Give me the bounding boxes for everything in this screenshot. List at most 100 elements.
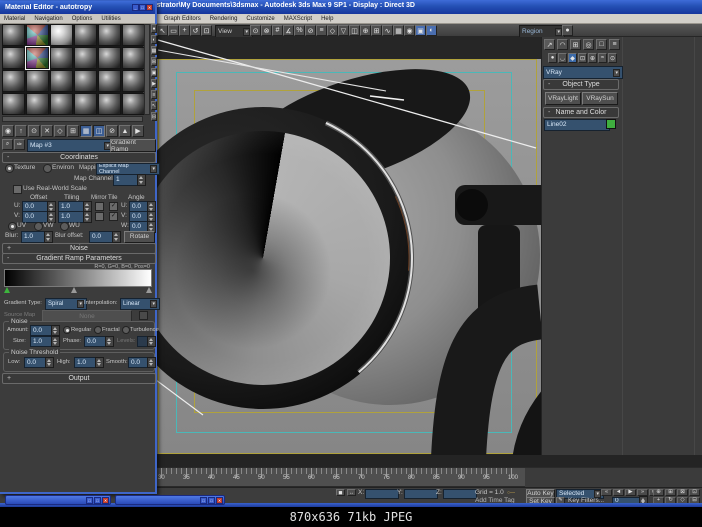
quick-render-icon[interactable]: ● bbox=[562, 25, 573, 36]
sample-slot[interactable] bbox=[50, 70, 73, 92]
me-title-bar[interactable]: Material Editor - autotropy _ □ ✕ bbox=[0, 1, 155, 14]
turbulence-radio[interactable] bbox=[122, 326, 130, 334]
select-move-icon[interactable]: + bbox=[179, 25, 190, 36]
make-preview-icon[interactable]: ▶ bbox=[151, 79, 157, 88]
environ-radio[interactable] bbox=[43, 164, 52, 173]
go-to-parent-icon[interactable]: ▲ bbox=[119, 125, 131, 137]
vraylight-button[interactable]: VRayLight bbox=[545, 92, 581, 105]
slots-vertical-scrollbar[interactable] bbox=[144, 24, 150, 115]
sample-slot[interactable] bbox=[74, 47, 97, 69]
selection-lock-icon[interactable]: ◼ bbox=[336, 489, 345, 496]
time-slider-row[interactable] bbox=[156, 455, 702, 467]
low-spinner[interactable] bbox=[45, 357, 54, 368]
u-mirror-checkbox[interactable] bbox=[95, 202, 104, 211]
me-menu-material[interactable]: Material bbox=[4, 16, 25, 22]
zoom-region-icon[interactable]: ⊡ bbox=[689, 489, 700, 497]
material-editor-window[interactable]: Material Editor - autotropy _ □ ✕ Materi… bbox=[0, 1, 157, 494]
map-name-dropdown[interactable]: Map #3 bbox=[27, 139, 114, 152]
sample-slot[interactable] bbox=[26, 93, 49, 115]
menu-help[interactable]: Help bbox=[321, 16, 333, 22]
vraysun-button[interactable]: VRaySun bbox=[582, 92, 618, 105]
reset-map-icon[interactable]: ✕ bbox=[41, 125, 53, 137]
sample-slot[interactable] bbox=[2, 24, 25, 46]
sample-slot[interactable] bbox=[2, 47, 25, 69]
amount-spinner[interactable] bbox=[51, 325, 60, 336]
select-rotate-icon[interactable]: ↺ bbox=[190, 25, 201, 36]
go-to-start-icon[interactable]: « bbox=[601, 489, 612, 497]
render-last-icon[interactable]: ◐ bbox=[426, 25, 437, 36]
me-menu-utilities[interactable]: Utilities bbox=[101, 16, 120, 22]
sample-slot[interactable] bbox=[98, 47, 121, 69]
sample-slot[interactable] bbox=[98, 24, 121, 46]
minwin1-close-icon[interactable]: ✕ bbox=[102, 497, 109, 504]
sample-slot[interactable] bbox=[74, 70, 97, 92]
gradient-flag-0[interactable] bbox=[4, 287, 10, 293]
go-forward-to-sibling-icon[interactable]: ▶ bbox=[132, 125, 144, 137]
show-map-in-viewport-icon[interactable]: ▦ bbox=[80, 125, 92, 137]
minwin2-maximize-button[interactable]: □ bbox=[208, 497, 215, 504]
size-spinner[interactable] bbox=[51, 336, 60, 347]
v-tiling-spinner[interactable] bbox=[83, 211, 92, 223]
sample-slot[interactable] bbox=[26, 24, 49, 46]
category-geometry-icon[interactable]: ● bbox=[548, 53, 557, 63]
minwin2-restore-button[interactable]: □ bbox=[200, 497, 207, 504]
plugin-category-dropdown[interactable]: VRay bbox=[543, 66, 623, 79]
layer-manager-icon[interactable]: ◫ bbox=[349, 25, 360, 36]
mirror-icon[interactable]: ◇ bbox=[327, 25, 338, 36]
eyedropper-icon[interactable]: ✑ bbox=[14, 139, 25, 150]
zoom-extents-icon[interactable]: ⊠ bbox=[677, 489, 688, 497]
source-map-checkbox[interactable] bbox=[139, 311, 148, 320]
sample-type-icon[interactable]: ● bbox=[151, 24, 157, 33]
menu-graph-editors[interactable]: Graph Editors bbox=[164, 16, 201, 22]
high-spinner[interactable] bbox=[95, 357, 104, 368]
x-field[interactable] bbox=[365, 489, 399, 499]
wu-radio[interactable] bbox=[60, 222, 69, 231]
previous-frame-icon[interactable]: ◄ bbox=[613, 489, 624, 497]
minimized-window-1[interactable]: □ □ ✕ bbox=[5, 495, 111, 505]
gradient-flag-2[interactable] bbox=[146, 287, 152, 293]
curve-editor-icon[interactable]: ∿ bbox=[382, 25, 393, 36]
next-frame-icon[interactable]: » bbox=[637, 489, 648, 497]
me-minimize-button[interactable]: _ bbox=[132, 4, 139, 11]
spinner-snap-icon[interactable]: ⊘ bbox=[305, 25, 316, 36]
category-lights-icon[interactable]: ◆ bbox=[568, 53, 577, 63]
zoom-icon[interactable]: ⊕ bbox=[653, 489, 664, 497]
coordinates-rollout[interactable]: - Coordinates bbox=[2, 152, 156, 163]
minwin1-maximize-button[interactable]: □ bbox=[94, 497, 101, 504]
phase-spinner[interactable] bbox=[105, 336, 114, 347]
interpolation-dropdown[interactable]: Linear bbox=[120, 298, 160, 310]
vw-radio[interactable] bbox=[34, 222, 43, 231]
fractal-radio[interactable] bbox=[94, 326, 102, 334]
object-color-swatch[interactable] bbox=[606, 119, 616, 129]
tab-create[interactable]: ↗ bbox=[544, 39, 555, 50]
menu-rendering[interactable]: Rendering bbox=[210, 16, 238, 22]
tab-utilities[interactable]: ≡ bbox=[609, 39, 620, 50]
category-shapes-icon[interactable]: ◡ bbox=[558, 53, 567, 63]
background-icon[interactable]: ▦ bbox=[151, 46, 157, 55]
category-systems-icon[interactable]: ⊙ bbox=[608, 53, 617, 63]
sample-slot[interactable] bbox=[122, 93, 145, 115]
minimized-window-2[interactable]: □ □ ✕ bbox=[115, 495, 225, 505]
viewport[interactable] bbox=[156, 37, 541, 467]
blur-offset-spinner[interactable] bbox=[112, 231, 121, 243]
category-space-warps-icon[interactable]: ≈ bbox=[598, 53, 607, 63]
sample-slot[interactable] bbox=[74, 24, 97, 46]
map-type-button[interactable]: Gradient Ramp bbox=[110, 139, 156, 152]
blur-spinner[interactable] bbox=[44, 231, 53, 243]
put-material-to-scene-icon[interactable]: ↑ bbox=[15, 125, 27, 137]
minwin1-restore-button[interactable]: □ bbox=[86, 497, 93, 504]
named-selection-icon[interactable]: ≡ bbox=[316, 25, 327, 36]
rotate-button[interactable]: Rotate bbox=[124, 231, 155, 243]
sample-slot[interactable] bbox=[26, 70, 49, 92]
real-world-checkbox[interactable] bbox=[13, 185, 22, 194]
snapshot-icon[interactable]: ⊕ bbox=[360, 25, 371, 36]
tab-motion[interactable]: ◎ bbox=[583, 39, 594, 50]
select-by-material-icon[interactable]: ↖ bbox=[151, 101, 157, 110]
select-scale-icon[interactable]: ⊡ bbox=[201, 25, 212, 36]
get-material-icon[interactable]: ◉ bbox=[2, 125, 14, 137]
make-material-copy-icon[interactable]: ◇ bbox=[54, 125, 66, 137]
tab-display[interactable]: □ bbox=[596, 39, 607, 50]
object-type-rollout[interactable]: - Object Type bbox=[543, 79, 619, 90]
gradient-flag-1[interactable] bbox=[71, 287, 77, 293]
y-field[interactable] bbox=[404, 489, 438, 499]
